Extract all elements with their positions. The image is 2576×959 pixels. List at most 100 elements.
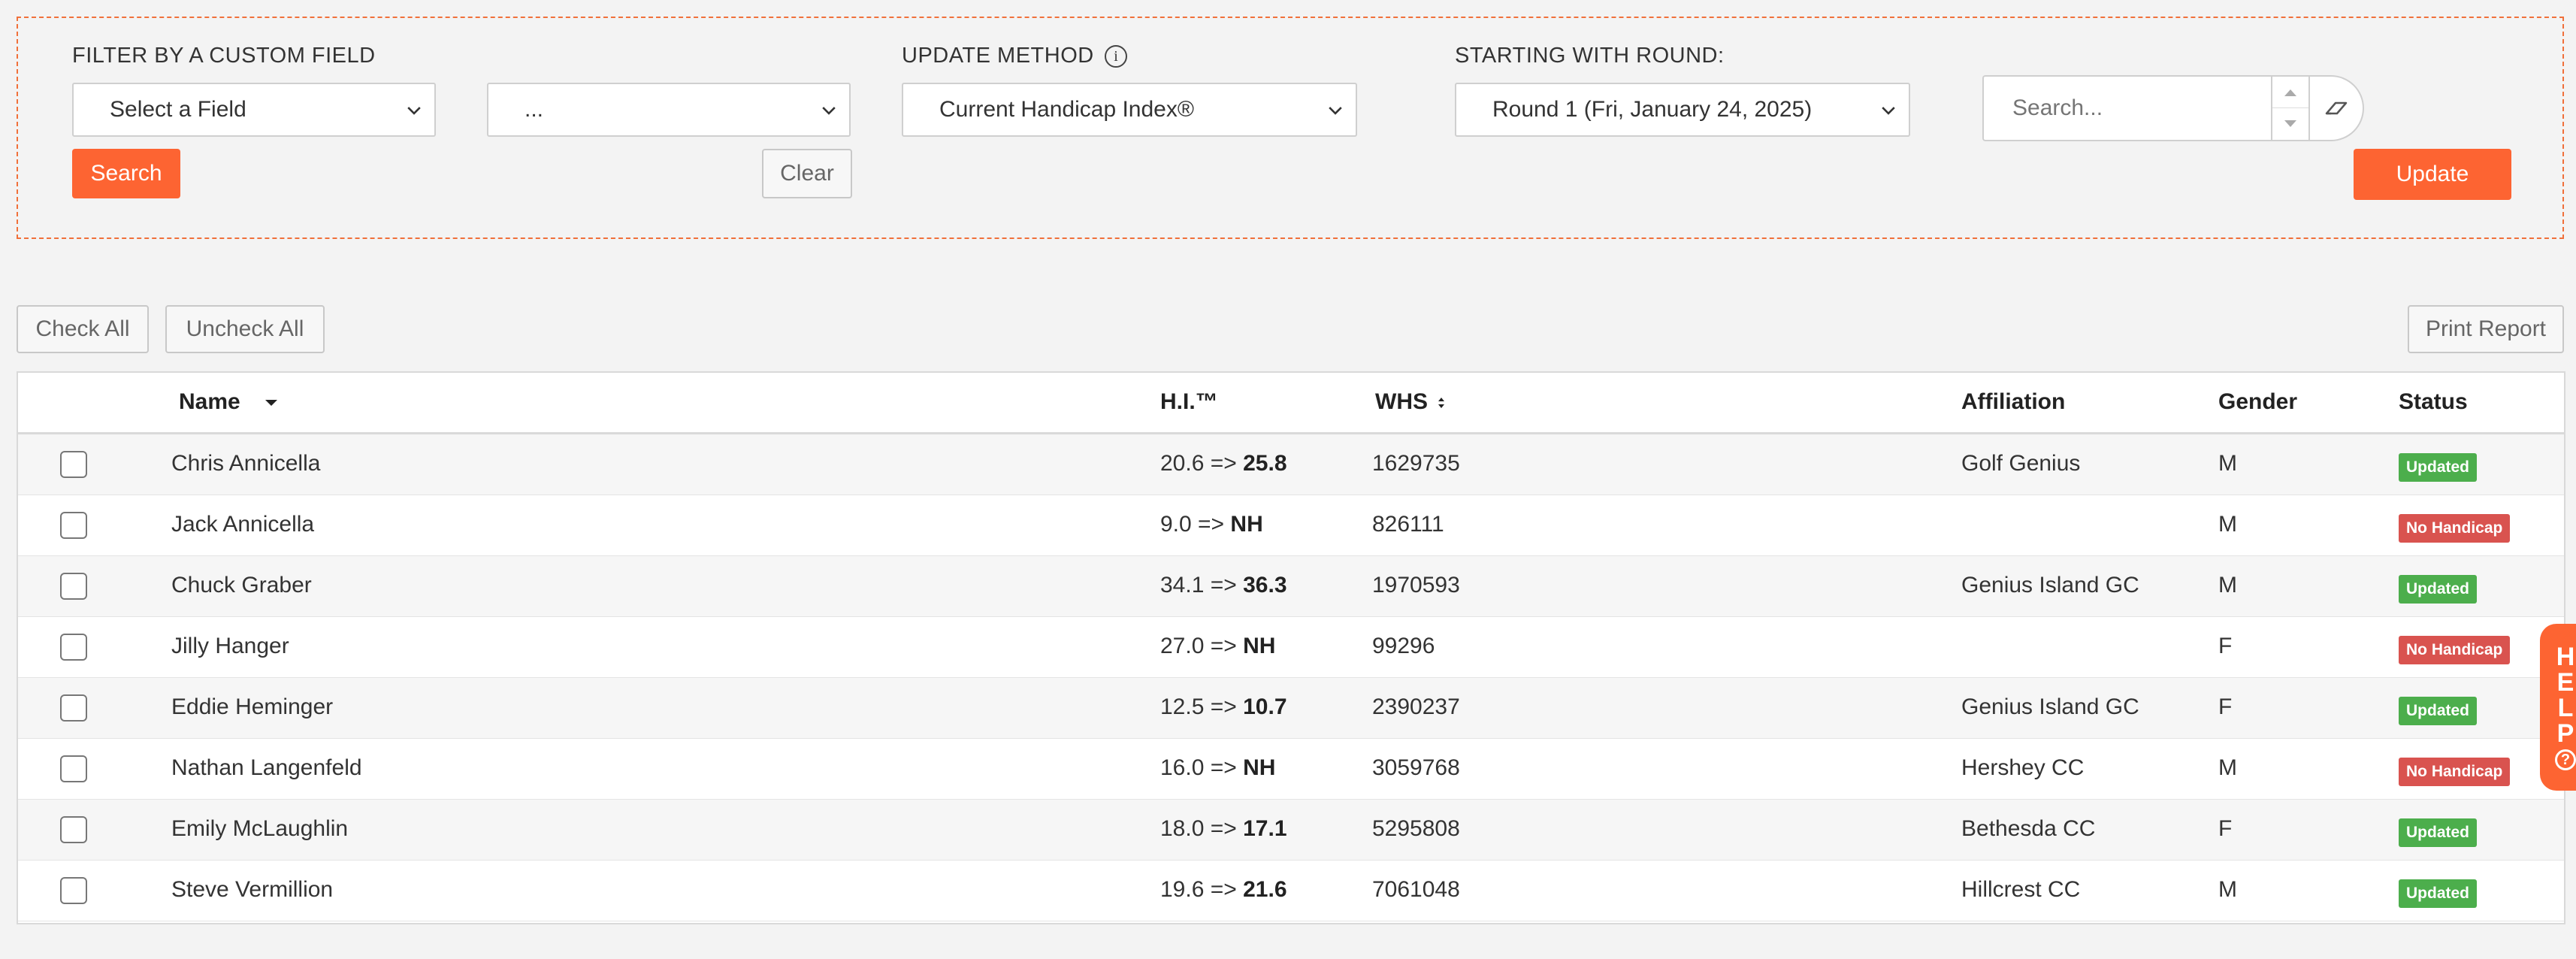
clear-search-button[interactable] [2310,75,2364,141]
column-header-hi[interactable]: H.I.™ [1160,389,1218,415]
column-header-name[interactable]: Name [179,389,280,415]
affiliation: Bethesda CC [1961,816,2096,841]
check-all-button[interactable]: Check All [17,305,149,353]
status-badge: Updated [2399,575,2477,604]
hi-new: 17.1 [1243,816,1287,841]
whs-number: 826111 [1372,512,1444,537]
update-method-select[interactable]: Current Handicap Index® [902,83,1357,137]
table-row[interactable]: Emily McLaughlin 18.0 => 17.1 5295808 Be… [18,800,2564,861]
handicap-change: 18.0 => 17.1 [1160,816,1287,842]
info-icon[interactable]: i [1105,45,1128,68]
custom-field-select[interactable]: Select a Field [72,83,436,137]
spinner-up-icon[interactable] [2272,77,2308,108]
whs-number: 99296 [1372,634,1435,658]
table-row[interactable]: Eddie Heminger 12.5 => 10.7 2390237 Geni… [18,678,2564,739]
player-name: Chris Annicella [171,451,321,476]
gender: F [2218,694,2233,719]
search-spinner[interactable] [2271,75,2310,141]
player-name: Emily McLaughlin [171,816,349,841]
update-method-label-text: UPDATE METHOD [902,44,1094,68]
status-badge: Updated [2399,453,2477,482]
chevron-down-icon [822,107,836,115]
status-badge: No Handicap [2399,514,2511,543]
row-checkbox[interactable] [60,573,87,600]
gender: M [2218,451,2237,476]
player-search [1982,75,2364,141]
table-row[interactable]: Jilly Hanger 27.0 => NH 99296 F No Handi… [18,617,2564,678]
print-report-button[interactable]: Print Report [2408,305,2564,353]
hi-old: 16.0 => [1160,755,1237,780]
search-button[interactable]: Search [72,149,180,198]
help-tab[interactable]: H E L P ? [2540,624,2576,791]
row-checkbox[interactable] [60,512,87,539]
hi-new: NH [1243,755,1276,780]
update-method-label: UPDATE METHOD i [902,44,1128,68]
status-badge: Updated [2399,879,2477,908]
status-badge: Updated [2399,818,2477,847]
column-header-affiliation[interactable]: Affiliation [1961,389,2065,415]
gender: M [2218,877,2237,902]
chevron-down-icon [1882,107,1895,115]
filter-panel: FILTER BY A CUSTOM FIELD Select a Field … [17,17,2564,239]
eraser-icon [2325,101,2348,115]
column-header-gender[interactable]: Gender [2218,389,2297,415]
row-checkbox[interactable] [60,451,87,478]
hi-old: 12.5 => [1160,694,1237,719]
search-input[interactable] [1982,75,2271,141]
gender: F [2218,634,2233,658]
table-row[interactable]: Chris Annicella 20.6 => 25.8 1629735 Gol… [18,434,2564,495]
table-header: Name H.I.™ WHS Affiliation Gender Status [18,373,2564,434]
hi-old: 34.1 => [1160,573,1237,597]
hi-new: NH [1230,512,1263,537]
hi-new: 25.8 [1243,451,1287,476]
column-header-whs[interactable]: WHS [1375,389,1446,415]
handicap-change: 19.6 => 21.6 [1160,877,1287,903]
row-checkbox[interactable] [60,694,87,722]
column-header-status[interactable]: Status [2399,389,2468,415]
help-letter: H [2556,643,2575,671]
help-letter: L [2557,694,2574,722]
row-checkbox[interactable] [60,755,87,782]
row-checkbox[interactable] [60,816,87,843]
custom-field-value-select[interactable]: ... [487,83,851,137]
hi-old: 20.6 => [1160,451,1237,476]
player-name: Steve Vermillion [171,877,334,902]
affiliation: Genius Island GC [1961,573,2139,597]
gender: M [2218,755,2237,780]
status-badge: No Handicap [2399,758,2511,786]
handicap-change: 16.0 => NH [1160,755,1275,781]
whs-number: 1629735 [1372,451,1460,476]
starting-round-label: STARTING WITH ROUND: [1455,44,1725,68]
row-checkbox[interactable] [60,634,87,661]
player-name: Nathan Langenfeld [171,755,362,780]
update-button[interactable]: Update [2354,149,2511,200]
custom-field-value-select-value: ... [525,97,544,122]
chevron-down-icon [1329,107,1342,115]
table-row[interactable]: Jack Annicella 9.0 => NH 826111 M No Han… [18,495,2564,556]
table-row[interactable]: Chuck Graber 34.1 => 36.3 1970593 Genius… [18,556,2564,617]
starting-round-select-value: Round 1 (Fri, January 24, 2025) [1492,97,1813,122]
starting-round-select[interactable]: Round 1 (Fri, January 24, 2025) [1455,83,1910,137]
affiliation: Golf Genius [1961,451,2081,476]
uncheck-all-button[interactable]: Uncheck All [165,305,325,353]
whs-number: 2390237 [1372,694,1460,719]
status-badge: No Handicap [2399,636,2511,664]
custom-field-select-value: Select a Field [110,97,246,122]
handicap-change: 27.0 => NH [1160,634,1275,659]
gender: F [2218,816,2233,841]
status-badge: Updated [2399,697,2477,725]
help-letter: P [2556,719,2574,748]
table-row[interactable]: Nathan Langenfeld 16.0 => NH 3059768 Her… [18,739,2564,800]
handicap-change: 12.5 => 10.7 [1160,694,1287,720]
row-checkbox[interactable] [60,877,87,904]
hi-new: 21.6 [1243,877,1287,902]
table-row[interactable]: Steve Vermillion 19.6 => 21.6 7061048 Hi… [18,861,2564,921]
column-header-whs-label: WHS [1375,389,1428,414]
handicap-change: 20.6 => 25.8 [1160,451,1287,476]
players-table: Name H.I.™ WHS Affiliation Gender Status… [17,371,2565,924]
player-name: Jilly Hanger [171,634,289,658]
spinner-down-icon[interactable] [2272,108,2308,140]
clear-button[interactable]: Clear [762,149,852,198]
help-letter: E [2556,668,2574,697]
custom-field-label: FILTER BY A CUSTOM FIELD [72,44,376,68]
